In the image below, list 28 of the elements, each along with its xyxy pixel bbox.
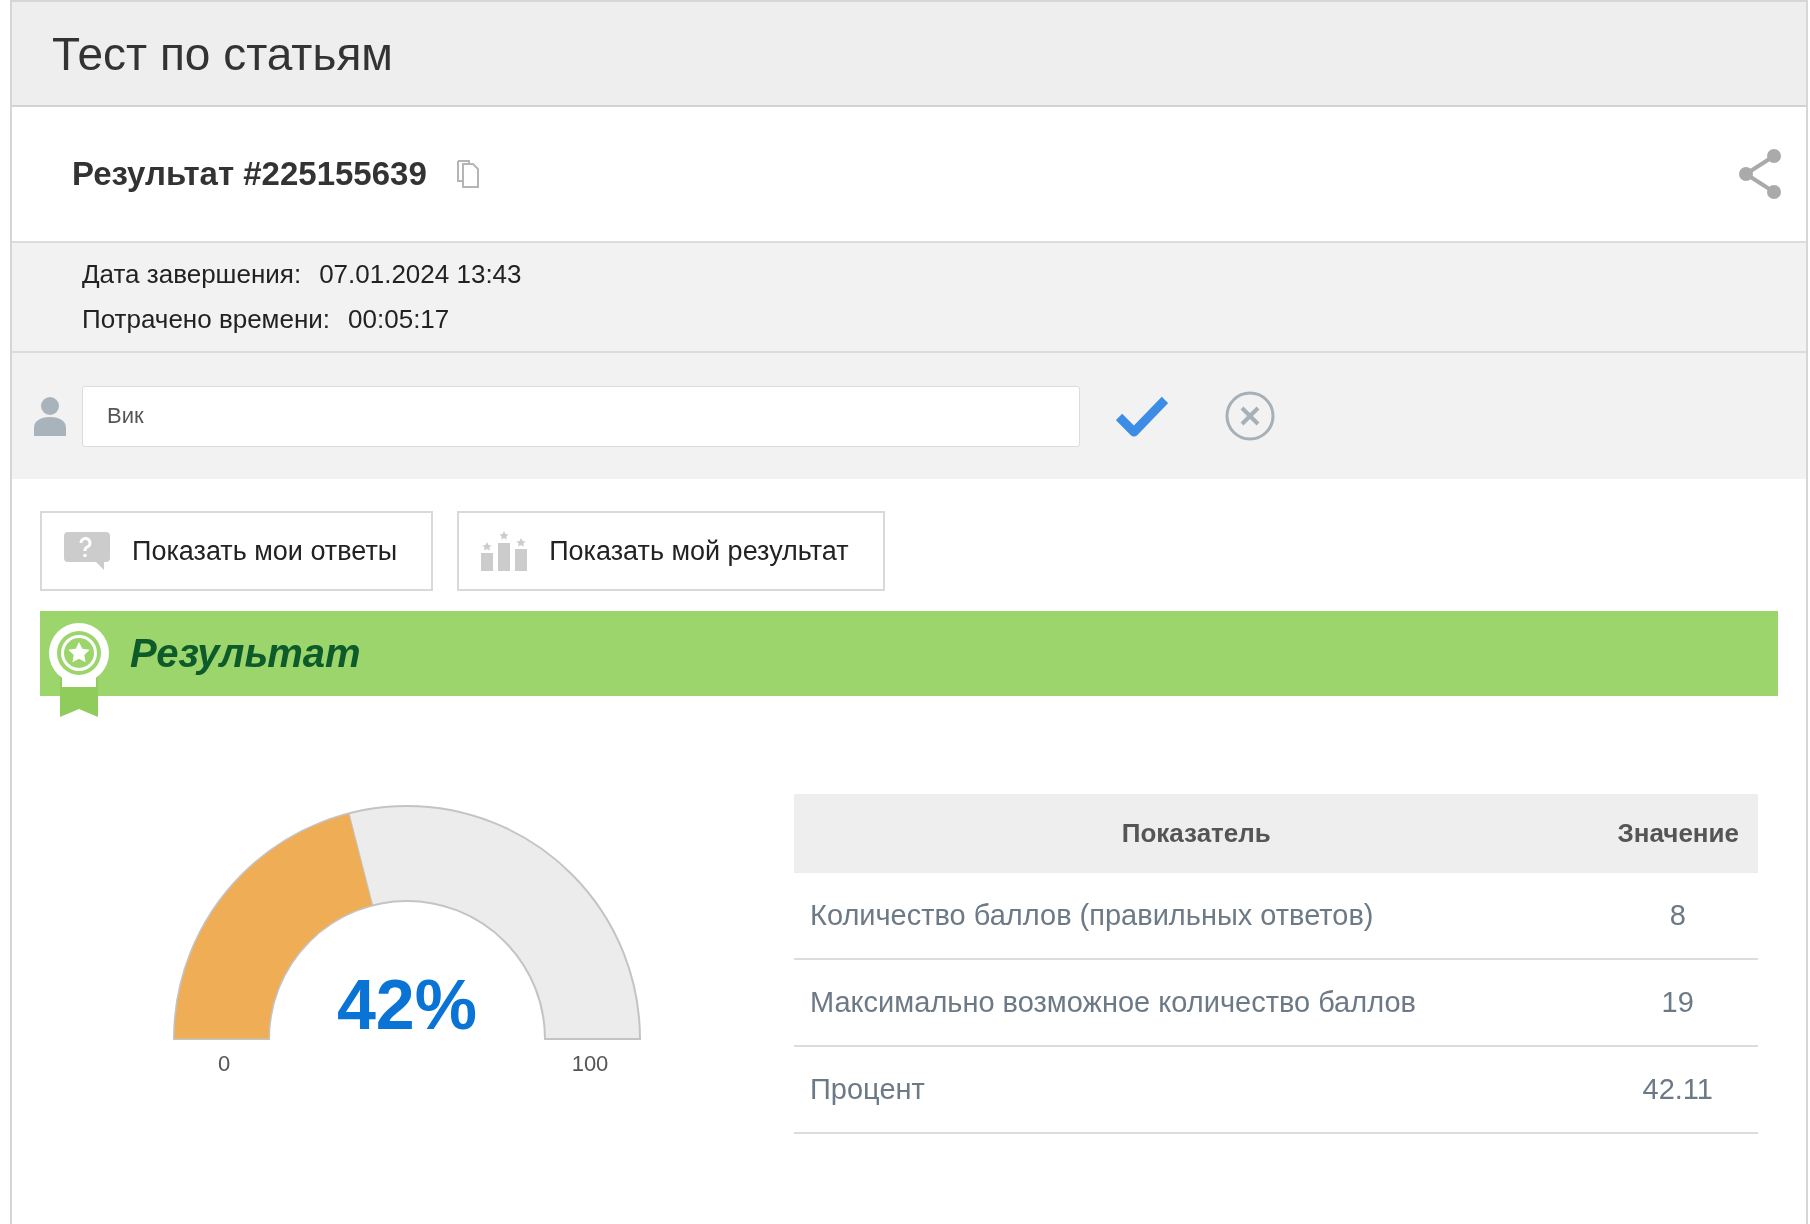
- name-input-field[interactable]: Вик: [82, 385, 1080, 447]
- table-cell: 19: [1598, 959, 1758, 1046]
- info-value: 07.01.2024 13:43: [319, 259, 522, 290]
- banner-title: Результат: [130, 631, 361, 676]
- info-label: Дата завершения:: [82, 259, 302, 290]
- page-title: Тест по статьям: [52, 26, 393, 81]
- column-header: Показатель: [794, 794, 1599, 873]
- user-icon: [34, 396, 66, 436]
- column-header: Значение: [1598, 794, 1758, 873]
- question-bubble-icon: [64, 532, 110, 570]
- confirm-check-icon[interactable]: [1116, 395, 1168, 437]
- table-cell: Количество баллов (правильных ответов): [794, 873, 1599, 959]
- table-cell: Максимально возможное количество баллов: [794, 959, 1599, 1046]
- table-cell: 8: [1598, 873, 1758, 959]
- share-icon[interactable]: [1738, 148, 1782, 200]
- copy-icon[interactable]: [456, 160, 479, 188]
- podium-stars-icon: [481, 531, 528, 571]
- info-value: 00:05:17: [348, 304, 450, 335]
- result-title: Результат #225155639: [72, 155, 427, 193]
- gauge-value: 42%: [336, 966, 478, 1044]
- show-result-button[interactable]: Показать мой результат: [457, 511, 885, 591]
- gauge-min-label: 0: [217, 1051, 231, 1076]
- gauge-max-label: 100: [571, 1051, 609, 1076]
- table-cell: Процент: [794, 1046, 1599, 1133]
- cancel-circle-icon[interactable]: [1224, 390, 1276, 442]
- show-answers-button[interactable]: Показать мои ответы: [40, 511, 434, 591]
- table-cell: 42.11: [1598, 1046, 1758, 1133]
- info-label: Потрачено времени:: [82, 304, 331, 335]
